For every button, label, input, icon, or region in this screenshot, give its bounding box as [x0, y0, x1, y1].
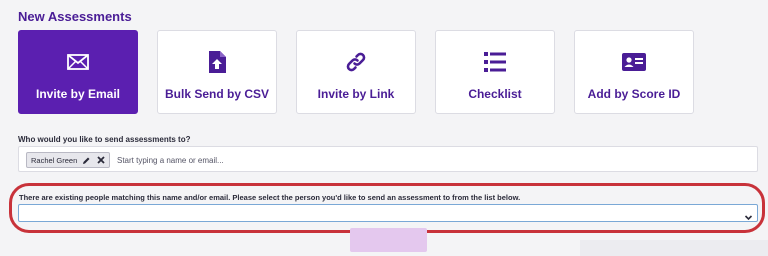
file-upload-icon — [207, 50, 227, 74]
checklist-label: Checklist — [468, 87, 522, 101]
section-title: New Assessments — [18, 9, 132, 24]
chevron-down-icon — [744, 209, 753, 221]
id-card-icon — [622, 50, 646, 74]
envelope-icon — [67, 50, 89, 74]
send-assessment-button[interactable] — [350, 228, 427, 252]
invite-by-email-label: Invite by Email — [35, 87, 121, 101]
pencil-icon[interactable] — [82, 156, 91, 165]
checklist-button[interactable]: Checklist — [435, 30, 555, 114]
recipients-question: Who would you like to send assessments t… — [18, 135, 191, 144]
add-by-score-id-button[interactable]: Add by Score ID — [574, 30, 694, 114]
bulk-send-by-csv-button[interactable]: Bulk Send by CSV — [157, 30, 277, 114]
add-by-score-id-label: Add by Score ID — [587, 87, 681, 101]
recipient-chip-name: Rachel Green — [31, 155, 78, 165]
recipient-chip: Rachel Green — [26, 152, 110, 168]
link-icon — [345, 50, 367, 74]
bulk-send-by-csv-label: Bulk Send by CSV — [164, 87, 270, 101]
recipient-search-input[interactable] — [117, 153, 737, 167]
checklist-icon — [484, 50, 506, 74]
close-icon[interactable] — [96, 156, 105, 165]
invite-by-link-label: Invite by Link — [317, 87, 395, 101]
footer-shadow — [580, 240, 768, 256]
assessment-method-options: Invite by Email Bulk Send by CSV Invite … — [18, 30, 698, 114]
invite-by-email-button[interactable]: Invite by Email — [18, 30, 138, 114]
invite-by-link-button[interactable]: Invite by Link — [296, 30, 416, 114]
existing-person-select[interactable] — [18, 204, 758, 222]
recipient-field[interactable]: Rachel Green — [18, 146, 758, 172]
matching-people-message: There are existing people matching this … — [19, 193, 521, 202]
